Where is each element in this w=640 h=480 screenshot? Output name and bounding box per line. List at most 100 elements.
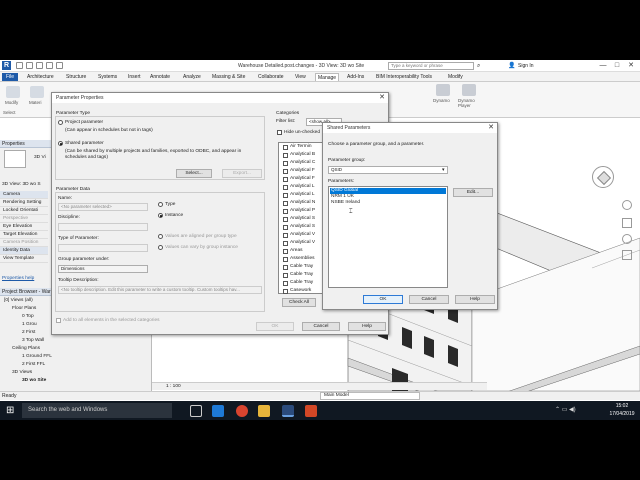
type-radio[interactable] bbox=[158, 202, 163, 207]
tree-views-all[interactable]: [0] Views (all) bbox=[4, 298, 33, 303]
category-checkbox[interactable] bbox=[283, 248, 288, 254]
close-icon[interactable]: ✕ bbox=[488, 123, 494, 133]
task-view-icon[interactable] bbox=[190, 405, 202, 417]
zoom-icon[interactable] bbox=[622, 218, 632, 228]
category-checkbox[interactable] bbox=[283, 232, 288, 238]
select-dropdown[interactable]: Select bbox=[3, 110, 16, 115]
category-checkbox[interactable] bbox=[283, 192, 288, 198]
properties-help-link[interactable]: Properties help bbox=[2, 276, 34, 281]
category-checkbox[interactable] bbox=[283, 216, 288, 222]
prop-rendering[interactable]: Rendering Setting bbox=[0, 199, 48, 207]
taskbar-search-input[interactable]: Search the web and Windows bbox=[22, 403, 172, 418]
pp-help-button[interactable]: Help bbox=[348, 322, 386, 331]
prop-target-elevation[interactable]: Target Elevation bbox=[0, 231, 48, 239]
category-checkbox[interactable] bbox=[283, 240, 288, 246]
view-cube-icon[interactable] bbox=[592, 166, 614, 188]
prop-eye-elevation[interactable]: Eye Elevation bbox=[0, 223, 48, 231]
revit-taskbar-icon[interactable] bbox=[282, 405, 294, 417]
aligned-radio[interactable] bbox=[158, 234, 163, 239]
tree-floor-plans[interactable]: Floor Plans bbox=[12, 306, 36, 311]
tree-1-ground[interactable]: 1 Grou bbox=[22, 322, 37, 327]
tree-ceiling-plans[interactable]: Ceiling Plans bbox=[12, 346, 40, 351]
close-icon[interactable]: ✕ bbox=[379, 93, 385, 103]
category-checkbox[interactable] bbox=[283, 256, 288, 262]
tab-view[interactable]: View bbox=[293, 73, 308, 81]
category-checkbox[interactable] bbox=[283, 176, 288, 182]
categories-list[interactable]: Air Termin Analytical B Analytical C Analyt… bbox=[278, 142, 326, 294]
tab-architecture[interactable]: Architecture bbox=[25, 73, 56, 81]
prop-locked-orientation[interactable]: Locked Orientati bbox=[0, 207, 48, 215]
tab-modify[interactable]: Modify bbox=[446, 73, 465, 81]
dynamo-player-icon[interactable] bbox=[462, 84, 476, 96]
edge-icon[interactable] bbox=[212, 405, 224, 417]
tooltip-field[interactable]: <No tooltip description. Edit this param… bbox=[58, 286, 262, 294]
sign-in-link[interactable]: Sign In bbox=[518, 63, 534, 69]
export-button[interactable]: Export... bbox=[222, 169, 262, 178]
sp-ok-button[interactable]: OK bbox=[363, 295, 403, 304]
active-model-select[interactable]: Main Model bbox=[320, 392, 420, 400]
tab-file[interactable]: File bbox=[2, 73, 18, 81]
group-under-select[interactable]: Dimensions bbox=[58, 265, 148, 273]
parameter-group-select[interactable]: QSID bbox=[328, 166, 448, 174]
category-checkbox[interactable] bbox=[283, 224, 288, 230]
chrome-icon[interactable] bbox=[236, 405, 248, 417]
save-icon[interactable] bbox=[26, 62, 33, 69]
category-checkbox[interactable] bbox=[283, 168, 288, 174]
sp-help-button[interactable]: Help bbox=[455, 295, 495, 304]
category-checkbox[interactable] bbox=[283, 152, 288, 158]
powerpoint-icon[interactable] bbox=[305, 405, 317, 417]
dynamo-icon[interactable] bbox=[436, 84, 450, 96]
tree-2-first[interactable]: 2 First bbox=[22, 330, 35, 335]
tree-3-top-wall[interactable]: 3 Top Wall bbox=[22, 338, 44, 343]
minimize-button[interactable]: — bbox=[596, 61, 610, 71]
type-of-parameter-select[interactable] bbox=[58, 244, 148, 252]
tree-3d-wo-site[interactable]: 3D wo Site bbox=[22, 378, 46, 383]
system-tray-icons[interactable]: ⌃ ▭ ◀) bbox=[555, 406, 576, 413]
file-explorer-icon[interactable] bbox=[258, 405, 270, 417]
print-icon[interactable] bbox=[56, 62, 63, 69]
tab-add-ins[interactable]: Add-Ins bbox=[345, 73, 366, 81]
tree-0-top[interactable]: 0 Top bbox=[22, 314, 34, 319]
tab-bim-interoperability[interactable]: BIM Interoperability Tools bbox=[374, 73, 434, 81]
add-all-elements-checkbox[interactable] bbox=[56, 318, 61, 323]
tree-3d-views[interactable]: 3D Views bbox=[12, 370, 32, 375]
tab-annotate[interactable]: Annotate bbox=[148, 73, 172, 81]
search-icon[interactable]: ⌕ bbox=[477, 63, 480, 70]
discipline-select[interactable] bbox=[58, 223, 148, 231]
parameter-item[interactable]: NSBE Ireland bbox=[330, 200, 360, 206]
materials-icon[interactable] bbox=[30, 86, 44, 98]
instance-radio[interactable] bbox=[158, 213, 163, 218]
undo-icon[interactable] bbox=[36, 62, 43, 69]
category-checkbox[interactable] bbox=[283, 160, 288, 166]
tab-massing-site[interactable]: Massing & Site bbox=[210, 73, 247, 81]
prop-camera-position[interactable]: Camera Position bbox=[0, 239, 48, 247]
shared-parameter-radio[interactable] bbox=[58, 141, 63, 146]
category-checkbox[interactable] bbox=[283, 184, 288, 190]
pp-ok-button[interactable]: OK bbox=[256, 322, 294, 331]
view-selector[interactable]: 3D View: 3D wo S bbox=[2, 182, 41, 187]
steering-wheel-icon[interactable] bbox=[622, 200, 632, 210]
edit-button[interactable]: Edit... bbox=[453, 188, 493, 197]
vary-radio[interactable] bbox=[158, 245, 163, 250]
tab-structure[interactable]: Structure bbox=[64, 73, 88, 81]
category-checkbox[interactable] bbox=[283, 280, 288, 286]
check-all-button[interactable]: Check All bbox=[282, 298, 316, 307]
tree-1-ground-ffl[interactable]: 1 Ground FFL bbox=[22, 354, 52, 359]
prop-view-template[interactable]: View Template bbox=[0, 255, 48, 263]
nav-menu-icon[interactable] bbox=[622, 250, 632, 260]
revit-logo-icon[interactable]: R bbox=[2, 61, 11, 70]
tab-collaborate[interactable]: Collaborate bbox=[256, 73, 286, 81]
tree-2-first-ffl[interactable]: 2 First FFL bbox=[22, 362, 45, 367]
tab-manage[interactable]: Manage bbox=[315, 73, 340, 81]
view-scale[interactable]: 1 : 100 bbox=[166, 384, 181, 389]
category-checkbox[interactable] bbox=[283, 144, 288, 150]
sp-cancel-button[interactable]: Cancel bbox=[409, 295, 449, 304]
tab-analyze[interactable]: Analyze bbox=[181, 73, 203, 81]
category-checkbox[interactable] bbox=[283, 272, 288, 278]
open-icon[interactable] bbox=[16, 62, 23, 69]
search-input[interactable]: Type a keyword or phrase bbox=[388, 62, 474, 70]
tab-insert[interactable]: Insert bbox=[126, 73, 143, 81]
hide-unchecked-checkbox[interactable] bbox=[277, 130, 282, 135]
maximize-button[interactable]: □ bbox=[610, 61, 624, 71]
orbit-icon[interactable] bbox=[622, 234, 632, 244]
